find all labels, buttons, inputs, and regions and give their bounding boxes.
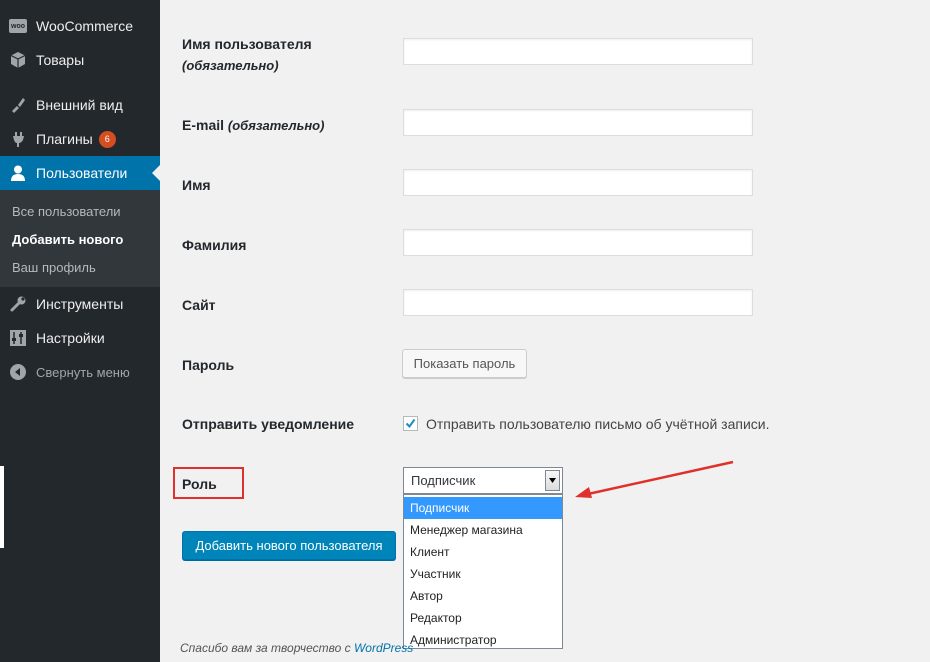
add-new-user-button[interactable]: Добавить нового пользователя bbox=[182, 531, 396, 560]
collapse-menu-button[interactable]: Свернуть меню bbox=[0, 355, 160, 389]
woocommerce-icon: woo bbox=[9, 17, 27, 35]
menu-item-label: Внешний вид bbox=[36, 97, 123, 113]
website-input[interactable] bbox=[403, 289, 753, 316]
email-input[interactable] bbox=[403, 109, 753, 136]
menu-item-users[interactable]: Пользователи bbox=[0, 156, 160, 190]
send-notification-checkbox-label[interactable]: Отправить пользователю письмо об учётной… bbox=[426, 416, 770, 432]
menu-item-woocommerce[interactable]: woo WooCommerce bbox=[0, 9, 160, 43]
last-name-label: Фамилия bbox=[182, 237, 247, 253]
first-name-input[interactable] bbox=[403, 169, 753, 196]
role-option-shop-manager[interactable]: Менеджер магазина bbox=[404, 519, 562, 541]
collapse-label: Свернуть меню bbox=[36, 364, 130, 380]
menu-item-products[interactable]: Товары bbox=[0, 43, 160, 77]
role-option-author[interactable]: Автор bbox=[404, 585, 562, 607]
menu-item-tools[interactable]: Инструменты bbox=[0, 287, 160, 321]
dropdown-arrow-icon[interactable] bbox=[545, 470, 560, 491]
menu-item-label: Товары bbox=[36, 52, 85, 68]
role-option-subscriber[interactable]: Подписчик bbox=[404, 497, 562, 519]
plugins-icon bbox=[9, 130, 27, 148]
menu-item-label: Настройки bbox=[36, 330, 105, 346]
admin-footer: Спасибо вам за творчество с WordPress bbox=[180, 641, 414, 655]
role-select[interactable]: Подписчик bbox=[403, 467, 563, 494]
menu-item-label: Плагины bbox=[36, 131, 93, 147]
menu-item-label: Инструменты bbox=[36, 296, 124, 312]
website-label: Сайт bbox=[182, 297, 216, 313]
admin-sidebar: woo WooCommerce Товары Внешний вид Плаги… bbox=[0, 0, 160, 662]
send-notification-label: Отправить уведомление bbox=[182, 416, 355, 432]
annotation-arrow bbox=[575, 460, 734, 498]
role-option-editor[interactable]: Редактор bbox=[404, 607, 562, 629]
menu-item-settings[interactable]: Настройки bbox=[0, 321, 160, 355]
menu-item-label: Пользователи bbox=[36, 165, 128, 181]
last-name-input[interactable] bbox=[403, 229, 753, 256]
users-icon bbox=[9, 164, 27, 182]
checkmark-icon bbox=[405, 418, 416, 429]
role-select-value: Подписчик bbox=[411, 473, 476, 488]
role-option-customer[interactable]: Клиент bbox=[404, 541, 562, 563]
role-option-administrator[interactable]: Администратор bbox=[404, 629, 562, 651]
submenu-your-profile[interactable]: Ваш профиль bbox=[12, 260, 96, 275]
submenu-add-new[interactable]: Добавить нового bbox=[12, 232, 123, 247]
role-highlight-box bbox=[173, 467, 244, 499]
password-label: Пароль bbox=[182, 357, 235, 373]
update-count-badge: 6 bbox=[98, 130, 116, 148]
appearance-icon bbox=[9, 96, 27, 114]
role-option-contributor[interactable]: Участник bbox=[404, 563, 562, 585]
menu-item-plugins[interactable]: Плагины 6 bbox=[0, 122, 160, 156]
submenu-all-users[interactable]: Все пользователи bbox=[12, 204, 121, 219]
settings-icon bbox=[9, 329, 27, 347]
required-note: (обязательно) bbox=[182, 58, 279, 73]
show-password-button[interactable]: Показать пароль bbox=[402, 349, 527, 378]
menu-item-appearance[interactable]: Внешний вид bbox=[0, 88, 160, 122]
wordpress-link[interactable]: WordPress bbox=[354, 641, 413, 655]
users-submenu: Все пользователи Добавить нового Ваш про… bbox=[0, 190, 160, 287]
current-menu-arrow bbox=[152, 165, 160, 181]
role-dropdown-list: Подписчик Менеджер магазина Клиент Участ… bbox=[403, 494, 563, 649]
required-note: (обязательно) bbox=[227, 118, 325, 133]
products-icon bbox=[9, 51, 27, 69]
first-name-label: Имя bbox=[182, 177, 211, 193]
tools-icon bbox=[9, 295, 27, 313]
username-input[interactable] bbox=[403, 38, 753, 65]
edge-fragment bbox=[0, 466, 4, 548]
send-notification-checkbox[interactable] bbox=[403, 416, 418, 431]
collapse-icon bbox=[9, 363, 27, 381]
username-label: Имя пользователя (обязательно) bbox=[182, 36, 312, 73]
email-label: E-mail (обязательно) bbox=[182, 117, 325, 133]
menu-item-label: WooCommerce bbox=[36, 18, 133, 34]
